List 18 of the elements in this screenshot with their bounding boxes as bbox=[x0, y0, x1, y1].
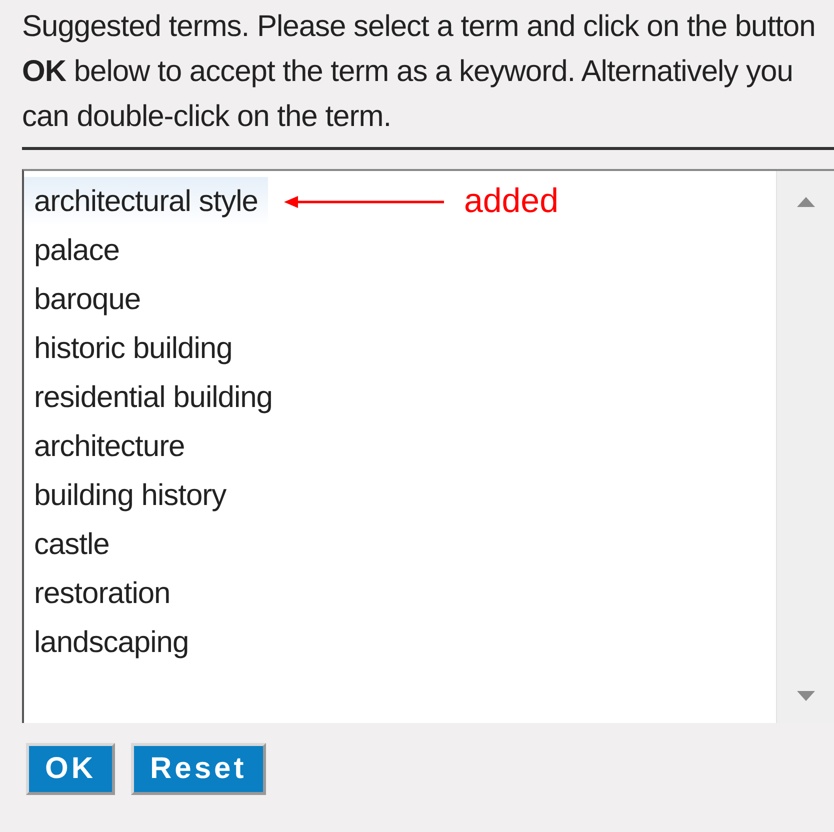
instruction-text: Suggested terms. Please select a term and click on the button OK below to accept the term as a keyword. Alternatively you can double-click on the term. bbox=[22, 9, 816, 135]
term-list[interactable]: architectural style added palace baroque historic building residential building architecture building history castle restoration landscaping bbox=[22, 169, 834, 723]
term-item[interactable]: restoration bbox=[24, 569, 180, 618]
term-item[interactable]: building history bbox=[24, 471, 236, 520]
term-item[interactable]: historic building bbox=[24, 324, 242, 373]
annotation-label: added bbox=[464, 182, 558, 221]
term-item[interactable]: architecture bbox=[24, 422, 195, 471]
arrow-icon bbox=[284, 194, 444, 210]
term-item[interactable]: baroque bbox=[24, 275, 151, 324]
scroll-down-icon[interactable] bbox=[796, 691, 814, 701]
scrollbar[interactable] bbox=[776, 171, 834, 723]
term-item[interactable]: landscaping bbox=[24, 618, 199, 667]
term-item[interactable]: castle bbox=[24, 520, 120, 569]
action-button[interactable]: OK bbox=[26, 743, 115, 795]
term-item[interactable]: residential building bbox=[24, 373, 282, 422]
scroll-up-icon[interactable] bbox=[796, 197, 814, 207]
term-item[interactable]: palace bbox=[24, 226, 130, 275]
action-button[interactable]: Reset bbox=[131, 743, 266, 795]
